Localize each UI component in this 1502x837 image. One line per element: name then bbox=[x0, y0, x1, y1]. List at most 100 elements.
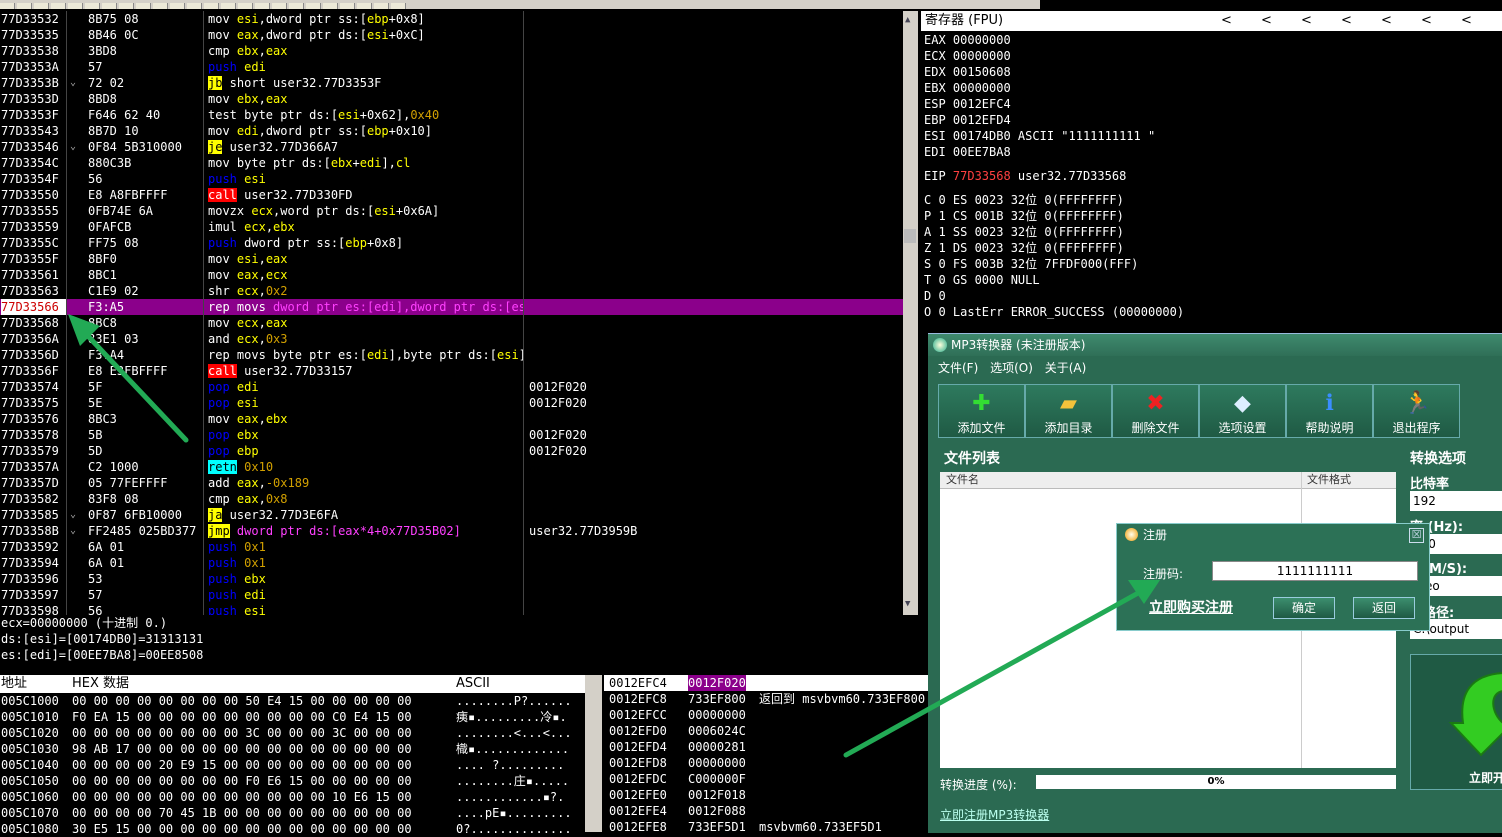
chevron-left-icon[interactable]: < bbox=[1301, 11, 1312, 31]
disasm-row[interactable]: 77D33592 6A 01 push 0x1 bbox=[0, 539, 903, 555]
dump-row[interactable]: 005C1040 00 00 00 00 20 E9 15 00 00 00 00… bbox=[0, 757, 585, 773]
disasm-row[interactable]: 77D3353F F646 62 40 test byte ptr ds:[esi+… bbox=[0, 107, 903, 123]
disasm-row[interactable]: 77D33585 ⌄ 0F87 6FB10000 ja user32.77D3E6FA bbox=[0, 507, 903, 523]
register-link[interactable]: 立即注册MP3转换器 bbox=[940, 806, 1049, 823]
dump-row[interactable]: 005C1070 00 00 00 00 70 45 1B 00 00 00 00… bbox=[0, 805, 585, 821]
buy-register-link[interactable]: 立即购买注册 bbox=[1149, 597, 1233, 617]
delete-file-button[interactable]: ✖ 删除文件 bbox=[1112, 384, 1199, 438]
disasm-row[interactable]: 77D3358B ⌄ FF2485 025BD377 jmp dword ptr ds… bbox=[0, 523, 903, 539]
dump-col-address[interactable]: 地址 bbox=[1, 675, 27, 693]
dialog-titlebar[interactable]: 注册 bbox=[1117, 524, 1429, 546]
disasm-row[interactable]: 77D33559 0FAFCB imul ecx,ebx bbox=[0, 219, 903, 235]
stack-row[interactable]: 0012EFE4 0012F088 bbox=[604, 803, 928, 819]
disasm-row[interactable]: 77D33574 5F pop edi 0012F020 bbox=[0, 379, 903, 395]
disasm-row[interactable]: 77D3353D 8BD8 mov ebx,eax bbox=[0, 91, 903, 107]
disasm-row[interactable]: 77D33555 0FB74E 6A movzx ecx,word ptr ds:[… bbox=[0, 203, 903, 219]
toolbar-button[interactable] bbox=[102, 3, 117, 9]
disasm-row[interactable]: 77D33538 3BD8 cmp ebx,eax bbox=[0, 43, 903, 59]
col-format[interactable]: 文件格式 bbox=[1307, 472, 1351, 488]
disasm-row[interactable]: 77D3355C FF75 08 push dword ptr ss:[ebp+0x… bbox=[0, 235, 903, 251]
stack-row[interactable]: 0012EFD8 00000000 bbox=[604, 755, 928, 771]
toolbar-button[interactable] bbox=[136, 3, 151, 9]
dump-row[interactable]: 005C1030 98 AB 17 00 00 00 00 00 00 00 00… bbox=[0, 741, 585, 757]
dump-row[interactable]: 005C1010 F0 EA 15 00 00 00 00 00 00 00 00… bbox=[0, 709, 585, 725]
disasm-row[interactable]: 77D33546 ⌄ 0F84 5B310000 je user32.77D366A7 bbox=[0, 139, 903, 155]
stack-row[interactable]: 0012EFDC C000000F bbox=[604, 771, 928, 787]
toolbar-button[interactable] bbox=[68, 3, 83, 9]
disassembly-pane[interactable]: 77D33532 8B75 08 mov esi,dword ptr ss:[ebp… bbox=[0, 11, 903, 615]
toolbar-button[interactable] bbox=[357, 3, 372, 9]
reg-code-input[interactable]: 1111111111 bbox=[1212, 561, 1418, 581]
toolbar-button[interactable] bbox=[272, 3, 287, 9]
dump-col-ascii[interactable]: ASCII bbox=[456, 675, 490, 693]
toolbar-button[interactable] bbox=[34, 3, 49, 9]
stack-row[interactable]: 0012EFCC 00000000 bbox=[604, 707, 928, 723]
back-button[interactable]: 返回 bbox=[1353, 597, 1415, 619]
stack-row[interactable]: 0012EFE8 733EF5D1 msvbvm60.733EF5D1 bbox=[604, 819, 928, 835]
menu-file[interactable]: 文件(F) bbox=[938, 361, 978, 375]
disasm-row[interactable]: 77D33568 8BC8 mov ecx,eax bbox=[0, 315, 903, 331]
disasm-row[interactable]: 77D33563 C1E9 02 shr ecx,0x2 bbox=[0, 283, 903, 299]
disasm-row[interactable]: 77D33561 8BC1 mov eax,ecx bbox=[0, 267, 903, 283]
toolbar-button[interactable] bbox=[187, 3, 202, 9]
toolbar-button[interactable] bbox=[238, 3, 253, 9]
dump-scrollbar[interactable] bbox=[585, 675, 602, 832]
chevron-left-icon[interactable]: < bbox=[1421, 11, 1432, 31]
disasm-row[interactable]: 77D33579 5D pop ebp 0012F020 bbox=[0, 443, 903, 459]
stack-row[interactable]: 0012EFD4 00000281 bbox=[604, 739, 928, 755]
dump-row[interactable]: 005C1060 00 00 00 00 00 00 00 00 00 00 00… bbox=[0, 789, 585, 805]
exit-button[interactable]: 🏃 退出程序 bbox=[1373, 384, 1460, 438]
disasm-row[interactable]: 77D3353B ⌄ 72 02 jb short user32.77D3353F bbox=[0, 75, 903, 91]
disasm-row[interactable]: 77D33596 53 push ebx bbox=[0, 571, 903, 587]
close-icon[interactable]: ☒ bbox=[1409, 528, 1424, 543]
disasm-row[interactable]: 77D33543 8B7D 10 mov edi,dword ptr ss:[ebp… bbox=[0, 123, 903, 139]
disasm-row[interactable]: 77D33582 83F8 08 cmp eax,0x8 bbox=[0, 491, 903, 507]
options-button[interactable]: ◆ 选项设置 bbox=[1199, 384, 1286, 438]
add-folder-button[interactable]: ▰ 添加目录 bbox=[1025, 384, 1112, 438]
toolbar-button[interactable] bbox=[323, 3, 338, 9]
toolbar-button[interactable] bbox=[255, 3, 270, 9]
menu-options[interactable]: 选项(O) bbox=[990, 361, 1033, 375]
stack-pane[interactable]: 0012EFC4 0012F020 0012EFC8 733EF800 返回到 msvb… bbox=[604, 675, 928, 835]
chevron-left-icon[interactable]: < bbox=[1461, 11, 1472, 31]
dump-row[interactable]: 005C1050 00 00 00 00 00 00 00 00 F0 E6 15… bbox=[0, 773, 585, 789]
disasm-row[interactable]: 77D3356A 83E1 03 and ecx,0x3 bbox=[0, 331, 903, 347]
chevron-left-icon[interactable]: < bbox=[1221, 11, 1232, 31]
disasm-row[interactable]: 77D3356D F3:A4 rep movs byte ptr es:[edi],… bbox=[0, 347, 903, 363]
help-button[interactable]: ℹ 帮助说明 bbox=[1286, 384, 1373, 438]
disasm-row[interactable]: 77D33594 6A 01 push 0x1 bbox=[0, 555, 903, 571]
toolbar-button[interactable] bbox=[51, 3, 66, 9]
scroll-thumb[interactable] bbox=[904, 229, 916, 243]
dump-row[interactable]: 005C1000 00 00 00 00 00 00 00 00 50 E4 15… bbox=[0, 693, 585, 709]
toolbar-button[interactable] bbox=[374, 3, 389, 9]
toolbar-button[interactable] bbox=[391, 3, 406, 9]
disasm-row[interactable]: 77D3354F 56 push esi bbox=[0, 171, 903, 187]
disasm-row[interactable]: 77D33550 E8 A8FBFFFF call user32.77D330FD bbox=[0, 187, 903, 203]
dump-col-hex[interactable]: HEX 数据 bbox=[72, 675, 129, 693]
dump-row[interactable]: 005C1080 30 E5 15 00 00 00 00 00 00 00 00… bbox=[0, 821, 585, 837]
toolbar-button[interactable] bbox=[119, 3, 134, 9]
disasm-row[interactable]: 77D33597 57 push edi bbox=[0, 587, 903, 603]
toolbar-button[interactable] bbox=[85, 3, 100, 9]
toolbar-button[interactable] bbox=[17, 3, 32, 9]
memory-dump-pane[interactable]: 地址 HEX 数据 ASCII 005C1000 00 00 00 00 00 0… bbox=[0, 675, 585, 836]
bitrate-select[interactable]: 192 bbox=[1410, 491, 1502, 511]
disasm-row[interactable]: 77D3355F 8BF0 mov esi,eax bbox=[0, 251, 903, 267]
disasm-row[interactable]: 77D33576 8BC3 mov eax,ebx bbox=[0, 411, 903, 427]
menu-about[interactable]: 关于(A) bbox=[1045, 361, 1087, 375]
toolbar-button[interactable] bbox=[340, 3, 355, 9]
disasm-row[interactable]: 77D33578 5B pop ebx 0012F020 bbox=[0, 427, 903, 443]
disasm-row[interactable]: 77D3353A 57 push edi bbox=[0, 59, 903, 75]
disasm-row[interactable]: 77D33575 5E pop esi 0012F020 bbox=[0, 395, 903, 411]
disasm-row[interactable]: 77D3354C 880C3B mov byte ptr ds:[ebx+edi],… bbox=[0, 155, 903, 171]
toolbar-button[interactable] bbox=[306, 3, 321, 9]
stack-row[interactable]: 0012EFD0 0006024C bbox=[604, 723, 928, 739]
scroll-down-icon[interactable]: ▼ bbox=[905, 599, 910, 609]
stack-row[interactable]: 0012EFE0 0012F018 bbox=[604, 787, 928, 803]
disasm-row[interactable]: 77D33566 F3:A5 rep movs dword ptr es:[edi]… bbox=[0, 299, 903, 315]
chevron-left-icon[interactable]: < bbox=[1341, 11, 1352, 31]
scroll-up-icon[interactable]: ▲ bbox=[905, 15, 910, 25]
ok-button[interactable]: 确定 bbox=[1273, 597, 1335, 619]
toolbar-button[interactable] bbox=[289, 3, 304, 9]
toolbar-button[interactable] bbox=[153, 3, 168, 9]
